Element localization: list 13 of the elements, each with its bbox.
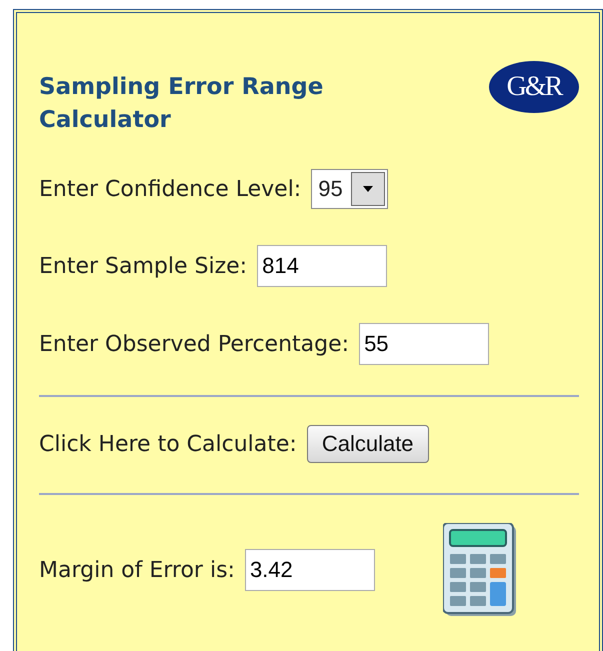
sample-size-field[interactable]: 814 xyxy=(257,245,388,287)
field-label: Click Here to Calculate: xyxy=(39,432,297,456)
logo-badge: G&R xyxy=(489,61,579,113)
calculate-button[interactable]: Calculate xyxy=(306,425,429,463)
field-label: Enter Confidence Level: xyxy=(39,176,302,202)
confidence-select[interactable]: 95 xyxy=(311,169,388,209)
percentage-field[interactable]: 55 xyxy=(359,323,490,365)
field-label: Enter Sample Size: xyxy=(39,254,248,278)
field-label: Enter Observed Percentage: xyxy=(39,332,350,356)
calculator-icon xyxy=(442,523,517,617)
calculator-title: Sampling Error Range Calculator xyxy=(39,73,324,135)
field-label: Margin of Error is: xyxy=(39,558,235,582)
result-field[interactable]: 3.42 xyxy=(244,549,375,591)
